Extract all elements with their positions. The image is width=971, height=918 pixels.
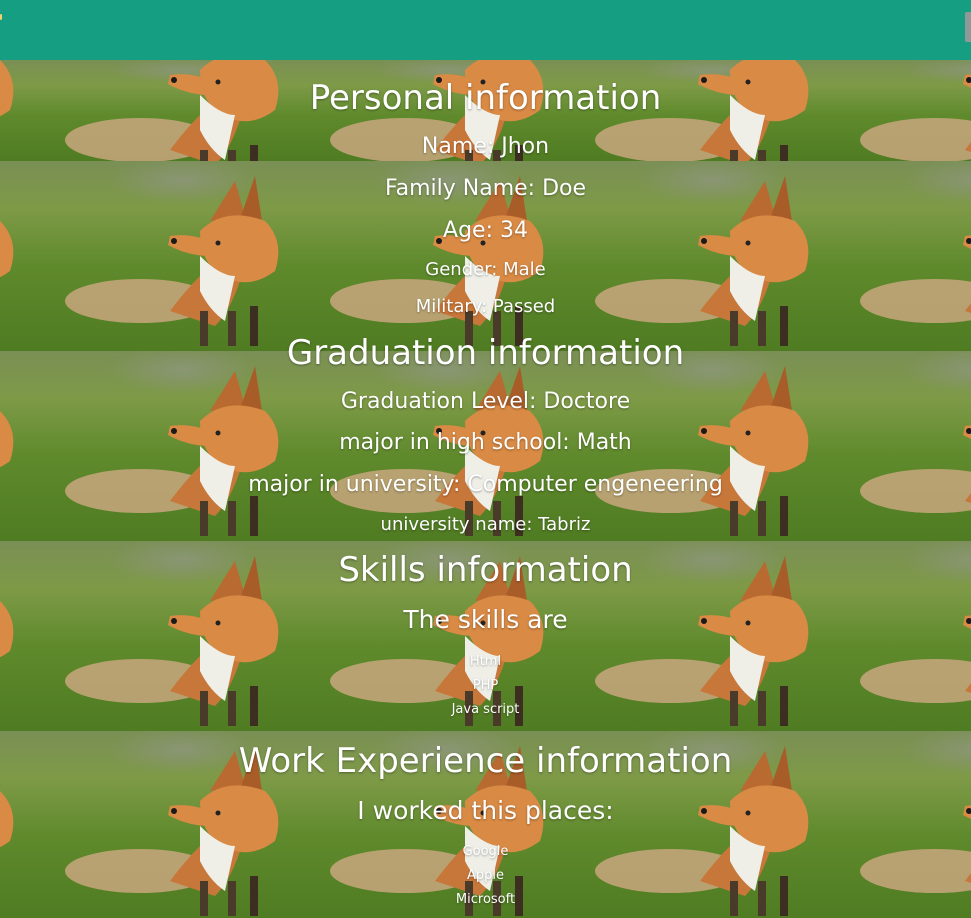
work-item: Apple: [466, 868, 504, 883]
personal-family-name: Family Name: Doe: [384, 176, 587, 201]
personal-age: Age: 34: [443, 218, 528, 243]
personal-name: Name: Jhon: [421, 134, 550, 159]
skill-item: PHP: [472, 678, 499, 693]
skills-subtitle: The skills are: [403, 605, 568, 634]
work-item: Google: [462, 844, 509, 859]
navbar-edge-marker: [0, 14, 2, 20]
scroll-indicator[interactable]: [965, 12, 971, 42]
graduation-section-title: Graduation information: [286, 333, 685, 373]
personal-section-title: Personal information: [309, 78, 662, 118]
work-section-title: Work Experience information: [238, 741, 733, 781]
work-item: Microsoft: [455, 892, 516, 907]
graduation-high-school-major: major in high school: Math: [339, 430, 632, 455]
skill-item: Html: [469, 654, 502, 669]
personal-gender: Gender: Male: [425, 259, 546, 280]
personal-military: Military: Passed: [415, 296, 556, 317]
graduation-level: Graduation Level: Doctore: [340, 389, 631, 414]
top-navbar: [0, 0, 971, 60]
graduation-university-major: major in university: Computer engeneerin…: [248, 472, 723, 497]
skills-section-title: Skills information: [338, 550, 633, 590]
work-subtitle: I worked this places:: [357, 796, 614, 825]
graduation-university-name: university name: Tabriz: [380, 514, 591, 535]
skill-item: Java script: [451, 702, 520, 717]
